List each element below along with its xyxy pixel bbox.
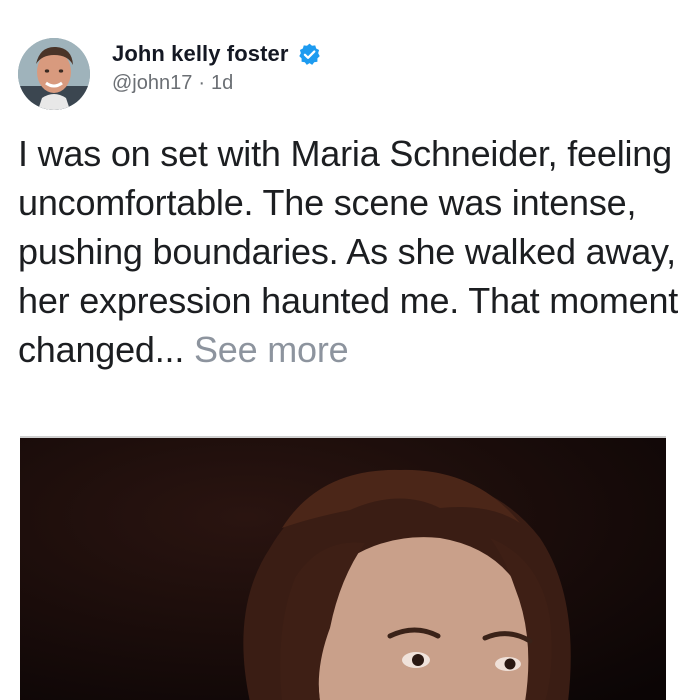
verified-badge-icon <box>297 42 322 67</box>
avatar[interactable] <box>18 38 90 110</box>
post-image[interactable] <box>20 436 666 700</box>
author-handle[interactable]: @john17 <box>112 72 192 94</box>
post-meta: @john17 · 1d <box>112 72 322 95</box>
author-name[interactable]: John kelly foster <box>112 41 289 67</box>
author-name-row: John kelly foster <box>112 40 322 68</box>
post-timestamp[interactable]: 1d <box>211 72 233 94</box>
meta-separator: · <box>198 72 206 94</box>
author-block: John kelly foster @john17 · 1d <box>112 40 322 95</box>
post-body: I was on set with Maria Schneider, feeli… <box>18 129 682 374</box>
see-more-link[interactable]: See more <box>194 329 349 370</box>
social-post: John kelly foster @john17 · 1d I was on se… <box>0 0 700 700</box>
post-header: John kelly foster @john17 · 1d <box>18 38 322 110</box>
